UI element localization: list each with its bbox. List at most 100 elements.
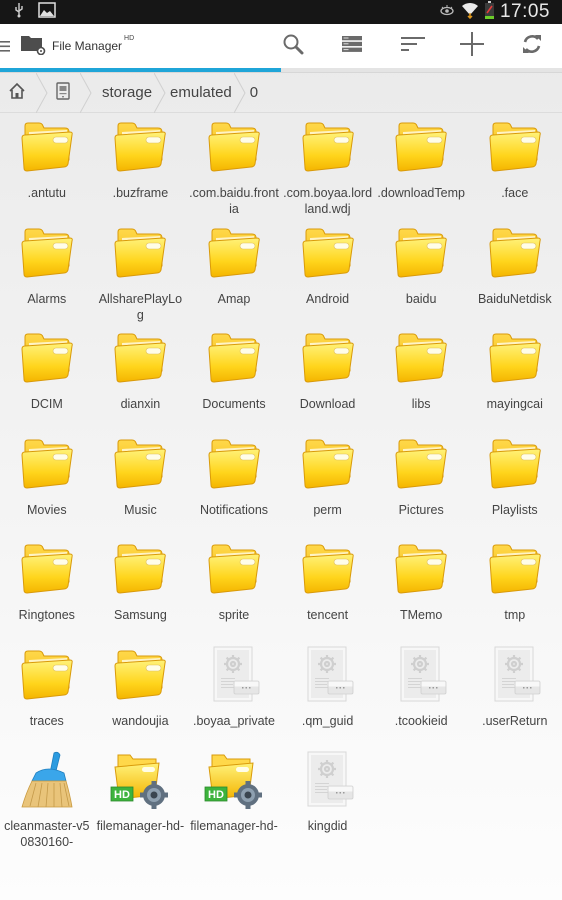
folder-item[interactable]: Amap (187, 219, 281, 325)
item-label: Notifications (199, 502, 269, 517)
file-item[interactable]: .userReturn (468, 641, 562, 747)
folder-item[interactable]: .antutu (0, 113, 94, 219)
file-item[interactable]: HD filemanager-hd- (187, 746, 281, 852)
sort-button[interactable] (398, 32, 428, 60)
folder-icon (391, 223, 451, 283)
item-label: DCIM (30, 397, 63, 411)
folder-item[interactable]: Pictures (374, 430, 468, 536)
file-item[interactable]: .qm_guid (281, 641, 375, 747)
unknown-file-icon (391, 645, 451, 705)
item-label: perm (313, 502, 342, 517)
folder-item[interactable]: Download (281, 324, 375, 430)
item-label: .qm_guid (301, 713, 354, 728)
filemanager-hd-app-icon: HD (204, 750, 264, 810)
item-label: filemanager-hd- (96, 819, 185, 833)
item-label: Alarms (27, 291, 67, 306)
folder-icon (485, 117, 545, 177)
folder-item[interactable]: AllsharePlayLog (94, 219, 188, 325)
item-label: baidu (405, 291, 437, 306)
folder-icon (485, 434, 545, 494)
item-label: AllsharePlayLog (98, 291, 183, 322)
folder-icon (17, 328, 77, 388)
folder-icon (391, 328, 451, 388)
item-label: traces (29, 713, 64, 728)
status-bar: 17:05 (0, 0, 562, 24)
item-label: .userReturn (482, 713, 548, 728)
folder-item[interactable]: Samsung (94, 535, 188, 641)
svg-text:HD: HD (208, 789, 224, 801)
folder-icon (485, 328, 545, 388)
item-label: .com.boyaa.lordland.wdj (283, 186, 373, 216)
folder-icon (110, 434, 170, 494)
hamburger-icon[interactable] (0, 38, 12, 54)
folder-item[interactable]: Ringtones (0, 535, 94, 641)
filemanager-hd-app-icon: HD (110, 750, 170, 810)
folder-item[interactable]: .com.boyaa.lordland.wdj (281, 113, 375, 219)
folder-item[interactable]: BaiduNetdisk (468, 219, 562, 325)
breadcrumb-current[interactable]: 0 (246, 73, 268, 113)
clock: 17:05 (499, 1, 550, 22)
folder-item[interactable]: baidu (374, 219, 468, 325)
file-item[interactable]: HD filemanager-hd- (94, 746, 188, 852)
add-button[interactable] (457, 31, 487, 60)
folder-item[interactable]: .com.baidu.frontia (187, 113, 281, 219)
unknown-file-icon (298, 750, 358, 810)
folder-item[interactable]: perm (281, 430, 375, 536)
unknown-file-icon (204, 645, 264, 705)
file-item[interactable]: .tcookieid (374, 641, 468, 747)
breadcrumb-emulated[interactable]: emulated (166, 73, 242, 113)
view-mode-button[interactable] (337, 32, 367, 60)
folder-icon (110, 117, 170, 177)
folder-icon (17, 117, 77, 177)
item-label: filemanager-hd- (190, 819, 278, 833)
wifi-icon (461, 1, 479, 24)
breadcrumb-separator (36, 72, 48, 113)
folder-item[interactable]: DCIM (0, 324, 94, 430)
unknown-file-icon (298, 645, 358, 705)
action-bar: File ManagerHD (0, 24, 562, 68)
app-title[interactable]: File ManagerHD (0, 33, 134, 60)
folder-item[interactable]: tmp (468, 535, 562, 641)
folder-item[interactable]: Alarms (0, 219, 94, 325)
folder-item[interactable]: .downloadTemp (374, 113, 468, 219)
search-button[interactable] (278, 32, 308, 60)
folder-item[interactable]: mayingcai (468, 324, 562, 430)
folder-item[interactable]: traces (0, 641, 94, 747)
folder-item[interactable]: tencent (281, 535, 375, 641)
item-label: dianxin (120, 397, 161, 411)
item-label: .com.baidu.frontia (189, 186, 279, 216)
item-label: Android (306, 291, 350, 306)
refresh-button[interactable] (517, 32, 547, 60)
breadcrumb-storage[interactable]: storage (92, 73, 162, 113)
search-icon (282, 33, 304, 60)
file-item[interactable]: cleanmaster-v50830160- (0, 746, 94, 852)
folder-item[interactable]: libs (374, 324, 468, 430)
folder-gear-icon (20, 33, 46, 60)
file-item[interactable]: .boyaa_private (187, 641, 281, 747)
folder-item[interactable]: dianxin (94, 324, 188, 430)
item-label: .downloadTemp (377, 186, 465, 200)
folder-icon (204, 223, 264, 283)
breadcrumb-home[interactable] (0, 73, 36, 113)
folder-item[interactable]: Playlists (468, 430, 562, 536)
file-item[interactable]: kingdid (281, 746, 375, 852)
folder-item[interactable]: .buzframe (94, 113, 188, 219)
folder-item[interactable]: sprite (187, 535, 281, 641)
folder-item[interactable]: wandoujia (94, 641, 188, 747)
folder-icon (17, 434, 77, 494)
folder-item[interactable]: Notifications (187, 430, 281, 536)
folder-item[interactable]: TMemo (374, 535, 468, 641)
folder-icon (17, 539, 77, 599)
folder-item[interactable]: Movies (0, 430, 94, 536)
folder-icon (298, 434, 358, 494)
folder-item[interactable]: .face (468, 113, 562, 219)
folder-item[interactable]: Android (281, 219, 375, 325)
breadcrumb-device[interactable] (48, 73, 80, 113)
folder-item[interactable]: Documents (187, 324, 281, 430)
folder-icon (391, 117, 451, 177)
folder-icon (204, 117, 264, 177)
folder-icon (391, 539, 451, 599)
folder-item[interactable]: Music (94, 430, 188, 536)
folder-icon (298, 328, 358, 388)
item-label: wandoujia (112, 713, 169, 728)
